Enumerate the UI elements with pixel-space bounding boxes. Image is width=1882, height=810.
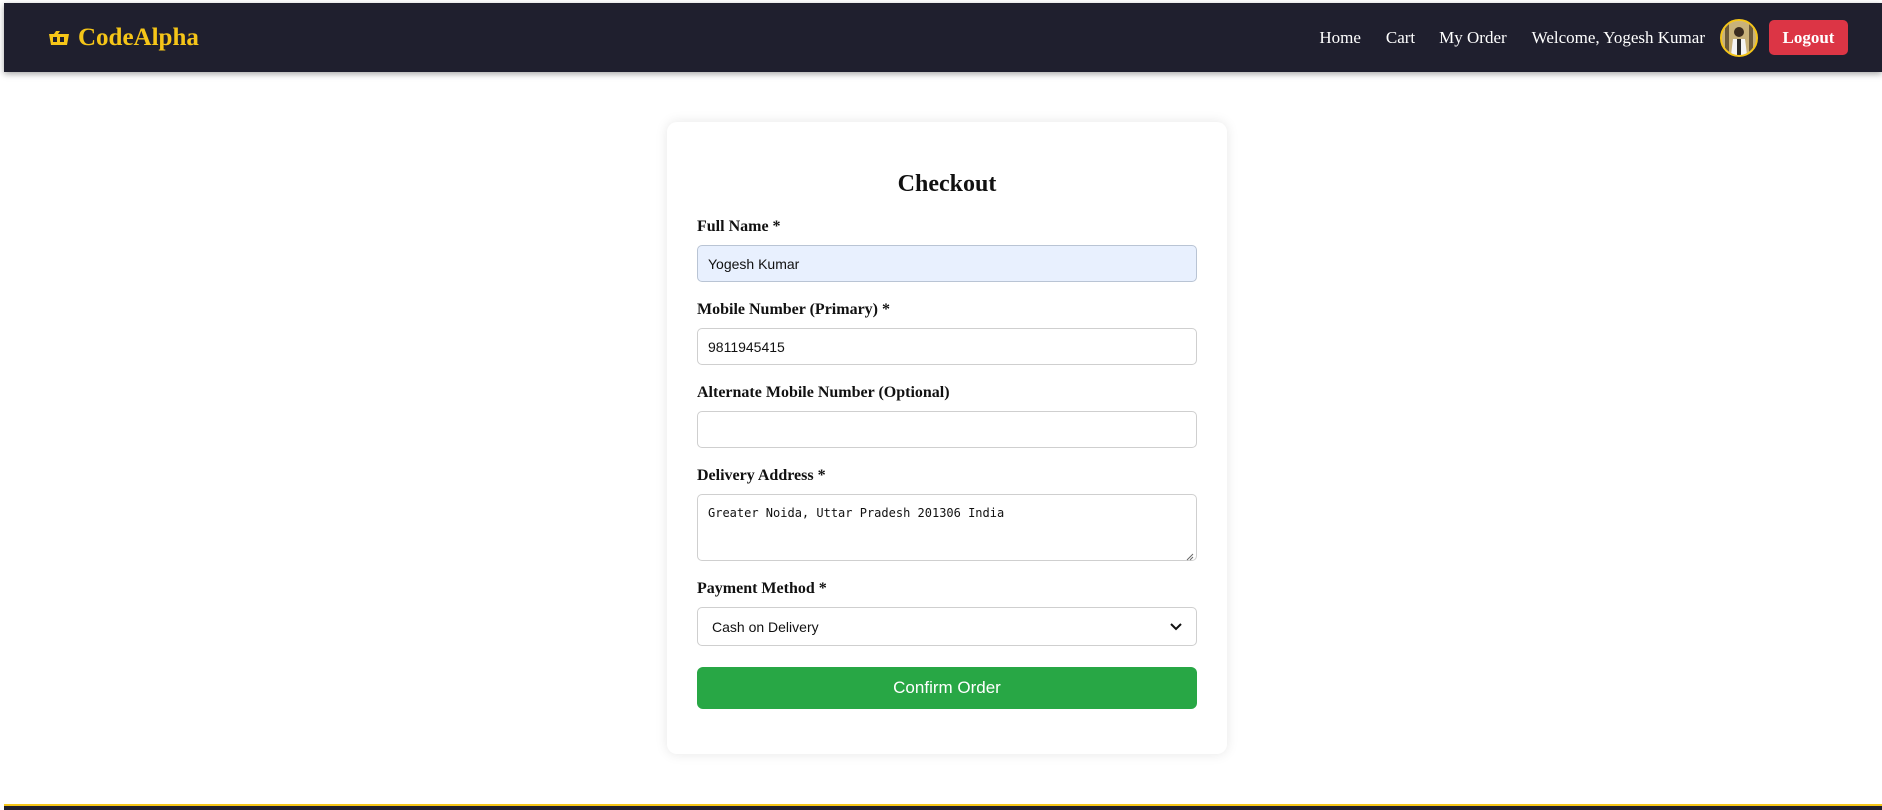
welcome-text: Welcome, Yogesh Kumar xyxy=(1531,27,1705,47)
brand-logo[interactable]: CodeAlpha xyxy=(48,3,199,72)
checkout-card: Checkout Full Name * Yogesh Kumar Mobile… xyxy=(667,122,1227,754)
footer-edge xyxy=(4,804,1882,810)
page: CodeAlpha Home Cart My Order Welcome, Yo… xyxy=(0,0,1882,810)
address-textarea[interactable]: Greater Noida, Uttar Pradesh 201306 Indi… xyxy=(697,494,1197,561)
full-name-label: Full Name * xyxy=(697,218,781,235)
address-value: Greater Noida, Uttar Pradesh 201306 Indi… xyxy=(708,506,1005,520)
nav-links: Home Cart My Order Welcome, Yogesh Kumar… xyxy=(1319,3,1848,72)
avatar[interactable] xyxy=(1720,18,1758,57)
shop-icon xyxy=(48,30,70,46)
mobile-primary-value: 9811945415 xyxy=(708,338,785,355)
page-title: Checkout xyxy=(897,171,997,197)
confirm-order-button[interactable]: Confirm Order xyxy=(697,667,1197,709)
nav-home-link[interactable]: Home xyxy=(1319,28,1361,48)
mobile-alternate-input[interactable] xyxy=(697,411,1197,448)
payment-method-select[interactable]: Cash on Delivery xyxy=(697,607,1197,646)
mobile-primary-input[interactable]: 9811945415 xyxy=(697,328,1197,365)
resize-grip-icon[interactable] xyxy=(1186,550,1194,561)
navbar: CodeAlpha Home Cart My Order Welcome, Yo… xyxy=(4,3,1882,72)
payment-method-value: Cash on Delivery xyxy=(712,618,819,635)
address-label: Delivery Address * xyxy=(697,467,826,484)
payment-label: Payment Method * xyxy=(697,580,827,597)
full-name-input[interactable]: Yogesh Kumar xyxy=(697,245,1197,282)
nav-cart-link[interactable]: Cart xyxy=(1386,28,1415,48)
mobile-primary-label: Mobile Number (Primary) * xyxy=(697,301,890,318)
chevron-down-icon xyxy=(1170,622,1182,631)
full-name-value: Yogesh Kumar xyxy=(708,255,800,272)
brand-name: CodeAlpha xyxy=(78,23,199,51)
logout-button[interactable]: Logout xyxy=(1769,20,1848,55)
nav-my-order-link[interactable]: My Order xyxy=(1439,28,1507,48)
mobile-alternate-label: Alternate Mobile Number (Optional) xyxy=(697,384,950,401)
